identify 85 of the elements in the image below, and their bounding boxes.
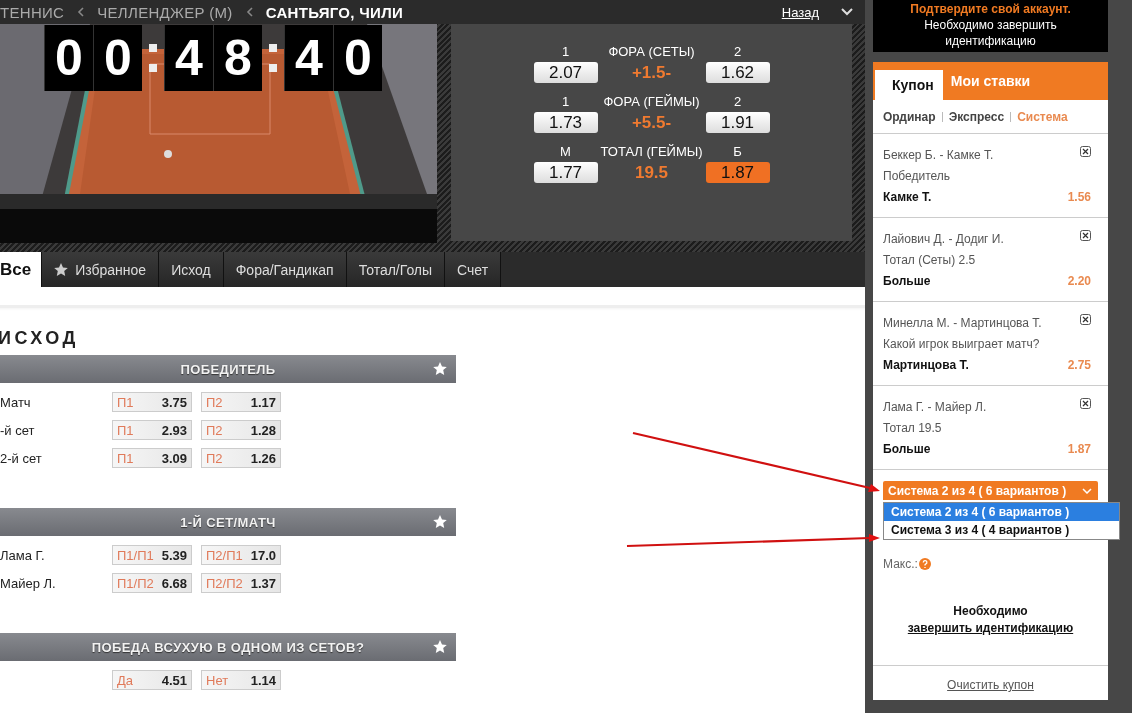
odds-button[interactable]: 1.62 [705, 62, 770, 83]
timer-digit: 0 [93, 25, 142, 91]
odds-button[interactable]: П2 1.26 [201, 448, 281, 468]
timer-digit: 0 [333, 25, 382, 91]
pick-name: Больше [883, 273, 931, 288]
odds-button[interactable]: П1 3.09 [112, 448, 192, 468]
section-title: 1-Й СЕТ/МАТЧ [180, 514, 276, 530]
max-label: Макс.: [883, 557, 918, 571]
timer-digit: 4 [284, 25, 333, 91]
clear-coupon-link[interactable]: Очистить купон [947, 678, 1034, 692]
section-header[interactable]: ПОБЕДА ВСУХУЮ В ОДНОМ ИЗ СЕТОВ? [0, 633, 456, 661]
outcome-label: 1 [561, 94, 570, 109]
match-name: Лайович Д. - Додиг И. [883, 231, 1004, 246]
market-name: Победитель [883, 168, 952, 183]
odds-button[interactable]: 1.77 [533, 162, 598, 183]
odds-button[interactable]: П2/П1 17.0 [201, 545, 281, 565]
notice-text: Необходимо завершить идентификацию [907, 604, 1074, 635]
odds-button[interactable]: Да 4.51 [112, 670, 192, 690]
pick-name: Мартинцова Т. [883, 357, 969, 372]
verify-link[interactable]: завершить идентификацию [907, 621, 1074, 635]
timer-digit: 0 [44, 25, 93, 91]
row-label: 2-й сет [0, 450, 43, 466]
market-title: ФОРА (ГЕЙМЫ) [603, 94, 700, 109]
tab[interactable]: Тотал/Голы [346, 252, 446, 287]
row-label: -й сет [0, 422, 36, 438]
dropdown-option[interactable]: Система 2 из 4 ( 6 вариантов ) [884, 503, 1119, 521]
odds-button[interactable]: П1/П1 5.39 [112, 545, 192, 565]
outcome-label: Б [733, 144, 742, 159]
outcome-label: 2 [733, 94, 742, 109]
coupon-tab[interactable]: Купон [875, 70, 943, 100]
bet-type-tab[interactable]: Ординар [883, 109, 936, 124]
market-line: +1.5- [631, 62, 672, 83]
odds-button[interactable]: 1.87 [705, 162, 770, 183]
section-header[interactable]: ПОБЕДИТЕЛЬ [0, 355, 456, 383]
outcome-label: М [560, 144, 571, 159]
bet-odds: 1.87 [1067, 441, 1091, 456]
alert-title: Подтвердите свой аккаунт. [909, 1, 1072, 17]
odds-button[interactable]: П1 2.93 [112, 420, 192, 440]
bet-odds: 2.75 [1067, 357, 1091, 372]
section-title: ПОБЕДИТЕЛЬ [180, 361, 276, 377]
row-label: Майер Л. [0, 575, 57, 591]
odds-button[interactable]: 2.07 [533, 62, 598, 83]
tab[interactable]: Все [0, 252, 43, 287]
row-label: Лама Г. [0, 547, 46, 563]
tab[interactable]: Фора/Гандикап [223, 252, 347, 287]
outcome-label: 2 [733, 44, 742, 59]
tab[interactable]: Исход [159, 252, 224, 287]
market-title: ТОТАЛ (ГЕЙМЫ) [600, 144, 703, 159]
alert-text: Необходимо завершить идентификацию [924, 18, 1057, 48]
odds-button[interactable]: 1.91 [705, 112, 770, 133]
timer-digit: 4 [164, 25, 213, 91]
market-line: +5.5- [631, 112, 672, 133]
outcome-label: 1 [561, 44, 570, 59]
match-name: Лама Г. - Майер Л. [883, 399, 987, 414]
odds-button[interactable]: П1/П2 6.68 [112, 573, 192, 593]
bet-type-tab[interactable]: Экспресс [948, 109, 1005, 124]
dropdown-option[interactable]: Система 3 из 4 ( 4 вариантов ) [884, 521, 1119, 539]
section-heading: ИСХОД [0, 328, 80, 349]
tab[interactable]: Счет [445, 252, 502, 287]
breadcrumb-item[interactable]: ЧЕЛЛЕНДЖЕР (М) [97, 3, 233, 21]
odds-button[interactable]: П1 3.75 [112, 392, 192, 412]
row-label: Матч [0, 394, 32, 410]
timer-digit: 8 [213, 25, 262, 91]
odds-button[interactable]: П2/П2 1.37 [201, 573, 281, 593]
bet-odds: 1.56 [1067, 189, 1091, 204]
pick-name: Больше [883, 441, 931, 456]
breadcrumb-item[interactable]: ТЕННИС [0, 3, 65, 21]
market-name: Какой игрок выиграет матч? [883, 336, 1041, 351]
odds-button[interactable]: П2 1.17 [201, 392, 281, 412]
market-line: 19.5 [634, 162, 669, 183]
section-header[interactable]: 1-Й СЕТ/МАТЧ [0, 508, 456, 536]
pick-name: Камке Т. [883, 189, 932, 204]
odds-button[interactable]: Нет 1.14 [201, 670, 281, 690]
back-link[interactable]: Назад [781, 4, 819, 20]
tab[interactable]: Избранное [42, 252, 160, 287]
match-name: Минелла М. - Мартинцова Т. [883, 315, 1042, 330]
section-title: ПОБЕДА ВСУХУЮ В ОДНОМ ИЗ СЕТОВ? [91, 639, 365, 655]
market-name: Тотал 19.5 [883, 420, 943, 435]
breadcrumb-item: САНТЬЯГО, ЧИЛИ [265, 3, 404, 21]
market-title: ФОРА (СЕТЫ) [608, 44, 695, 59]
odds-button[interactable]: 1.73 [533, 112, 598, 133]
market-name: Тотал (Сеты) 2.5 [883, 252, 977, 267]
match-name: Беккер Б. - Камке Т. [883, 147, 994, 162]
odds-button[interactable]: П2 1.28 [201, 420, 281, 440]
bet-odds: 2.20 [1067, 273, 1091, 288]
